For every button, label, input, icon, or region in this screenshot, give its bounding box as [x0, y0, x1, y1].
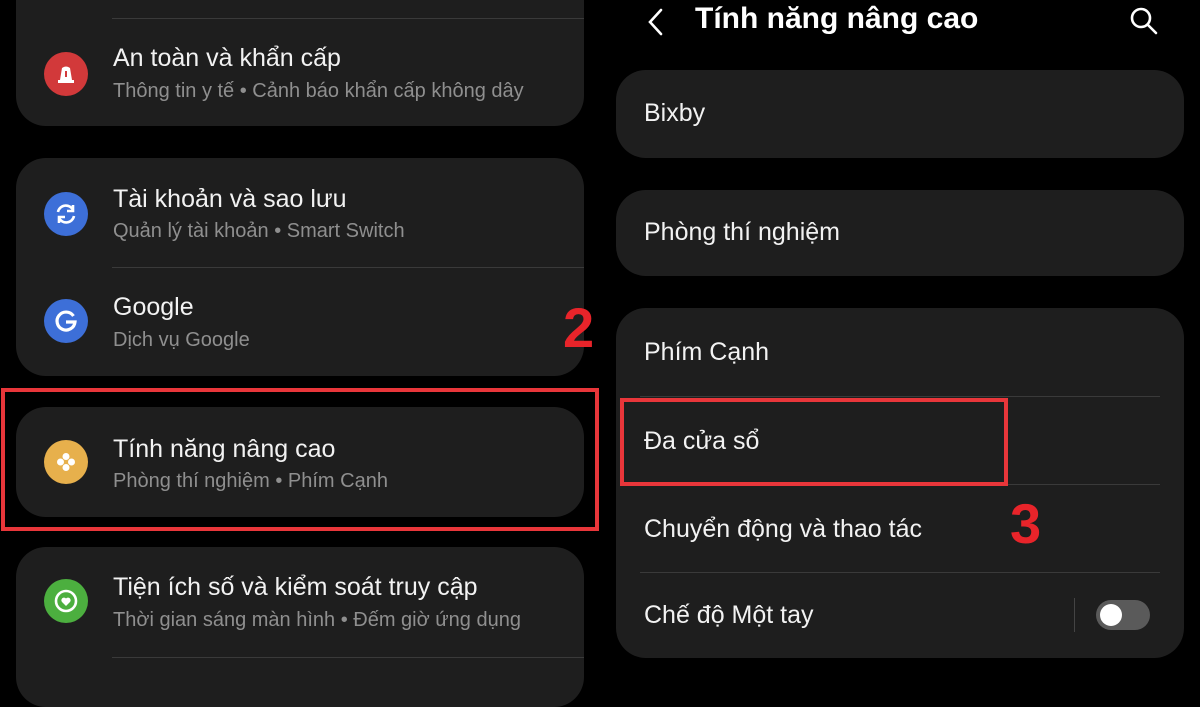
item-title: Tiện ích số và kiểm soát truy cập	[113, 573, 478, 601]
item-title: Chuyển động và thao tác	[644, 515, 922, 543]
back-button[interactable]	[638, 4, 674, 40]
item-title: Phím Cạnh	[644, 338, 770, 366]
step-number-3: 3	[1010, 492, 1042, 555]
settings-item-safety[interactable]: An toàn và khẩn cấp Thông tin y tế • Cản…	[16, 30, 584, 120]
item-subtitle: Thời gian sáng màn hình • Đếm giờ ứng dụ…	[113, 609, 521, 631]
divider	[112, 267, 584, 268]
item-title: Google	[113, 293, 194, 321]
menu-item-one-handed-mode[interactable]: Chế độ Một tay	[616, 572, 1184, 658]
heart-ring-icon	[44, 579, 88, 623]
item-subtitle: Thông tin y tế • Cảnh báo khẩn cấp không…	[113, 80, 524, 102]
item-title: Chế độ Một tay	[644, 601, 814, 629]
settings-item-accounts[interactable]: Tài khoản và sao lưu Quản lý tài khoản •…	[16, 168, 584, 263]
menu-item-labs: Phòng thí nghiệm	[644, 218, 840, 246]
menu-item-side-key[interactable]: Phím Cạnh	[616, 308, 1184, 396]
toggle-knob	[1100, 604, 1122, 626]
item-title: Tài khoản và sao lưu	[113, 185, 347, 213]
back-chevron-icon	[648, 8, 663, 36]
settings-item-digital-wellbeing[interactable]: Tiện ích số và kiểm soát truy cập Thời g…	[16, 555, 584, 650]
labs-card[interactable]: Phòng thí nghiệm	[616, 190, 1184, 276]
toggle-separator	[1074, 598, 1075, 632]
menu-item-bixby: Bixby	[644, 99, 706, 127]
highlight-box-multi-window	[620, 398, 1008, 486]
settings-item-google[interactable]: Google Dịch vụ Google	[16, 275, 584, 370]
item-title: An toàn và khẩn cấp	[113, 44, 341, 72]
search-icon	[1130, 7, 1158, 35]
item-subtitle: Dịch vụ Google	[113, 329, 250, 351]
divider	[112, 657, 584, 658]
one-handed-mode-toggle[interactable]	[1096, 600, 1150, 630]
google-icon	[44, 299, 88, 343]
item-subtitle: Quản lý tài khoản • Smart Switch	[113, 220, 405, 242]
divider	[112, 18, 584, 19]
bixby-card[interactable]: Bixby	[616, 70, 1184, 158]
page-title: Tính năng nâng cao	[695, 2, 979, 35]
search-button[interactable]	[1125, 3, 1161, 39]
menu-item-motions-gestures[interactable]: Chuyển động và thao tác	[616, 484, 1184, 572]
siren-icon	[44, 52, 88, 96]
sync-icon	[44, 192, 88, 236]
step-number-2: 2	[563, 296, 595, 359]
highlight-box-advanced-features	[1, 388, 599, 531]
